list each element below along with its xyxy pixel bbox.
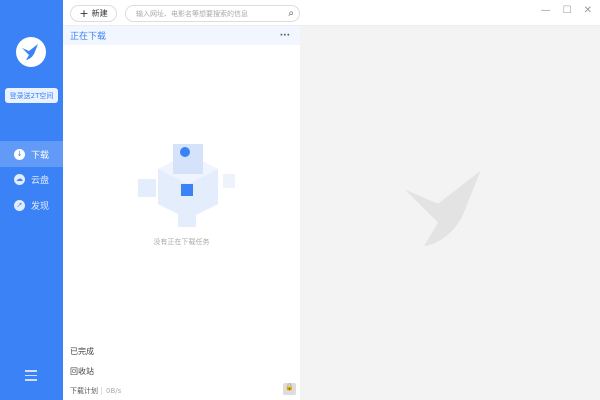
- detail-panel: [300, 26, 600, 400]
- new-task-button[interactable]: + 新建: [70, 5, 117, 22]
- empty-message: 没有正在下载任务: [153, 238, 210, 246]
- tab-label: 正在下载: [70, 32, 107, 42]
- login-button[interactable]: 登录送2T空间: [5, 88, 58, 103]
- sidebar-item-label: 发现: [31, 201, 50, 212]
- search-placeholder: 输入网址、电影名等想要搜索的信息: [136, 9, 248, 18]
- more-icon[interactable]: ···: [280, 31, 290, 41]
- sidebar-item-download[interactable]: ↓ 下载: [0, 141, 63, 167]
- cloud-icon: ☁: [14, 173, 25, 185]
- completed-item[interactable]: 已完成: [70, 346, 94, 357]
- download-list-panel: 正在下载 ··· 没有正在下载任务 已完成 回收站 下载计划 0B/s 🔒: [63, 26, 300, 400]
- sidebar: 登录送2T空间 ↓ 下载 ☁ 云盘 ➚ 发现: [0, 0, 63, 400]
- speed-value: 0B/s: [101, 387, 122, 395]
- compass-icon: ➚: [14, 199, 25, 211]
- minimize-icon[interactable]: —: [541, 5, 551, 16]
- bird-watermark-icon: [405, 170, 481, 247]
- download-plan[interactable]: 下载计划 0B/s: [70, 386, 122, 396]
- maximize-icon[interactable]: ☐: [563, 5, 572, 16]
- tab-downloading[interactable]: 正在下载 ···: [63, 26, 300, 45]
- recycle-bin-item[interactable]: 回收站: [70, 366, 94, 377]
- close-icon[interactable]: ✕: [584, 5, 592, 16]
- plus-icon: +: [79, 7, 89, 20]
- sidebar-item-discover[interactable]: ➚ 发现: [0, 192, 63, 218]
- empty-boxes-illustration: [138, 144, 235, 227]
- new-label: 新建: [91, 9, 108, 18]
- search-input[interactable]: 输入网址、电影名等想要搜索的信息 ⌕: [125, 5, 300, 22]
- menu-icon[interactable]: [25, 370, 37, 384]
- bird-logo-icon: [22, 44, 38, 60]
- sidebar-item-label: 云盘: [31, 175, 50, 186]
- sidebar-item-cloud[interactable]: ☁ 云盘: [0, 166, 63, 192]
- search-icon[interactable]: ⌕: [288, 8, 294, 19]
- lock-icon[interactable]: 🔒: [283, 383, 296, 395]
- app-logo[interactable]: [16, 37, 46, 67]
- download-icon: ↓: [14, 148, 25, 160]
- plan-label: 下载计划: [70, 387, 98, 395]
- sidebar-item-label: 下载: [31, 150, 50, 161]
- toolbar: + 新建 输入网址、电影名等想要搜索的信息 ⌕ — ☐ ✕: [63, 0, 600, 26]
